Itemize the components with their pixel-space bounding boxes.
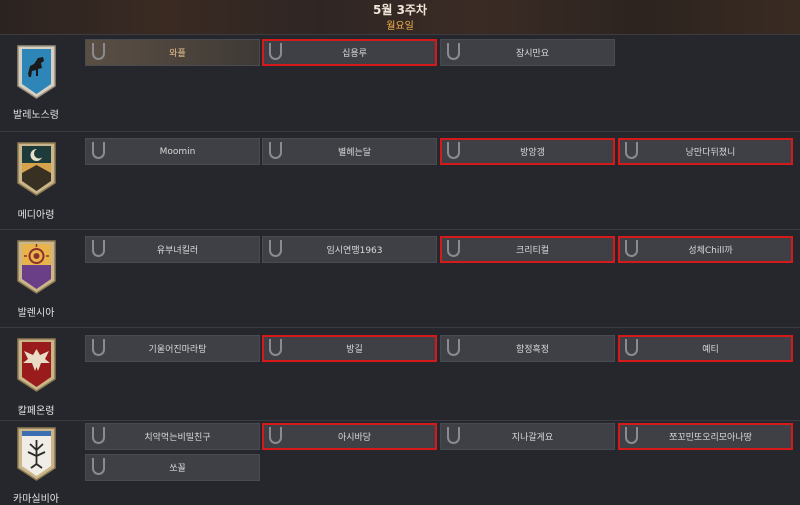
sun-eye-crest-icon bbox=[17, 240, 56, 294]
guild-name: 별헤는달 bbox=[337, 148, 372, 158]
guild-name: 쏘꼴 bbox=[169, 464, 186, 474]
guild-slot[interactable]: Moomin bbox=[85, 138, 260, 165]
guild-name: 기울어진마라탕 bbox=[148, 345, 207, 355]
guild-name: Moomin bbox=[159, 146, 196, 157]
guild-slot[interactable]: 함정흑정 bbox=[440, 335, 615, 362]
guild-name: 잠시만요 bbox=[515, 49, 550, 59]
guild-slot[interactable]: 방앙갱 bbox=[440, 138, 615, 165]
guild-name: 낭만다뒤졌니 bbox=[685, 148, 736, 158]
guild-name: 아시바당 bbox=[337, 433, 372, 443]
guild-slot[interactable]: 기울어진마라탕 bbox=[85, 335, 260, 362]
guild-slot[interactable]: 십용루 bbox=[262, 39, 437, 66]
guild-name: 방길 bbox=[346, 345, 363, 355]
guild-name: 함정흑정 bbox=[515, 345, 550, 355]
guild-slot[interactable]: 지나갈게요 bbox=[440, 423, 615, 450]
eagle-crest-icon bbox=[17, 338, 56, 392]
region-kamasylvia: 카마실비아 치악먹는비밀친구 아시바당 지나갈게요 쪼꼬민또오리모아나땅 쏘꼴 bbox=[0, 421, 800, 505]
day-title: 월요일 bbox=[386, 21, 414, 32]
guild-name: 성체Chill까 bbox=[688, 246, 733, 256]
guild-slot[interactable]: 예티 bbox=[618, 335, 793, 362]
guild-slot[interactable]: 방길 bbox=[262, 335, 437, 362]
guild-name: 쪼꼬민또오리모아나땅 bbox=[669, 433, 752, 443]
guild-slot[interactable]: 치악먹는비밀친구 bbox=[85, 423, 260, 450]
guild-slot[interactable]: 낭만다뒤졌니 bbox=[618, 138, 793, 165]
guild-name: 와플 bbox=[169, 49, 186, 59]
guild-slot[interactable]: 크리티컬 bbox=[440, 236, 615, 263]
guild-slot[interactable]: 성체Chill까 bbox=[618, 236, 793, 263]
guild-slot[interactable]: 쪼꼬민또오리모아나땅 bbox=[618, 423, 793, 450]
region-name: 메디아령 bbox=[17, 210, 55, 221]
guild-name: 임시연맹1963 bbox=[326, 246, 383, 256]
region-mediah: 메디아령 Moomin 별헤는달 방앙갱 낭만다뒤졌니 bbox=[0, 132, 800, 229]
week-title: 5월 3주차 bbox=[373, 3, 427, 17]
header-banner: 5월 3주차 월요일 bbox=[0, 0, 800, 35]
guild-slot[interactable]: 와플 bbox=[85, 39, 260, 66]
region-calpheon: 칼페온령 기울어진마라탕 방길 함정흑정 예티 bbox=[0, 328, 800, 420]
tree-crest-icon bbox=[17, 427, 56, 481]
guild-slot[interactable]: 쏘꼴 bbox=[85, 454, 260, 481]
guild-slot[interactable]: 아시바당 bbox=[262, 423, 437, 450]
region-valencia: 발렌시아 유부녀킬러 임시연맹1963 크리티컬 성체Chill까 bbox=[0, 230, 800, 327]
region-name: 발레노스령 bbox=[13, 110, 59, 121]
guild-name: 유부녀킬러 bbox=[156, 246, 199, 256]
guild-slot[interactable]: 임시연맹1963 bbox=[262, 236, 437, 263]
horse-crest-icon bbox=[17, 45, 56, 99]
guild-name: 치악먹는비밀친구 bbox=[144, 433, 211, 443]
guild-slot[interactable]: 별헤는달 bbox=[262, 138, 437, 165]
region-name: 칼페온령 bbox=[17, 406, 55, 417]
guild-name: 십용루 bbox=[342, 49, 367, 59]
region-name: 발렌시아 bbox=[17, 308, 55, 319]
guild-slot[interactable]: 유부녀킬러 bbox=[85, 236, 260, 263]
region-balenos: 발레노스령 와플 십용루 잠시만요 bbox=[0, 34, 800, 131]
guild-name: 방앙갱 bbox=[520, 148, 545, 158]
region-name: 카마실비아 bbox=[13, 494, 59, 505]
guild-name: 크리티컬 bbox=[515, 246, 550, 256]
guild-slot[interactable]: 잠시만요 bbox=[440, 39, 615, 66]
guild-name: 예티 bbox=[702, 345, 719, 355]
crescent-moon-crest-icon bbox=[17, 142, 56, 196]
guild-name: 지나갈게요 bbox=[511, 433, 554, 443]
